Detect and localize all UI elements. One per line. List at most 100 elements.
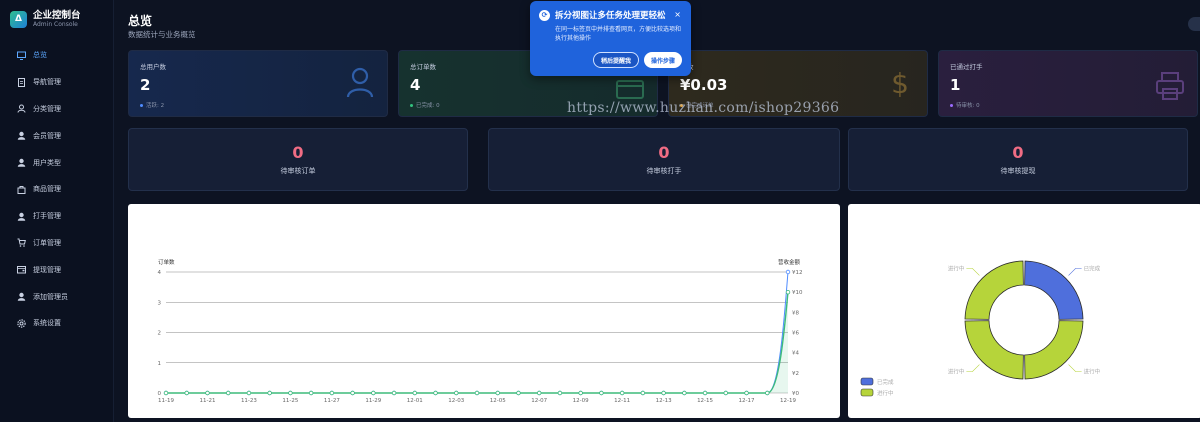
view-steps-button[interactable]: 操作步骤 [643, 52, 682, 68]
stat-value: 4 [410, 76, 421, 94]
stat-sub: 待审核: 0 [956, 103, 980, 109]
slice-label-line [966, 268, 980, 276]
data-point [163, 390, 169, 396]
sidebar-item-1[interactable]: 导航管理 [0, 69, 113, 96]
y2-tick-label: ¥12 [792, 270, 803, 276]
sidebar-item-label: 订单管理 [33, 238, 61, 247]
status-dot [140, 103, 143, 107]
data-point [619, 390, 625, 396]
y-tick-label: 2 [158, 331, 162, 337]
pending-label: 待审核打手 [646, 167, 682, 175]
status-dot [950, 103, 953, 107]
data-point [495, 390, 500, 396]
split-view-popup: ⟳ 拆分视图让多任务处理更轻松 × 在同一标签页中并排查看网页，方便比较选项和执… [530, 1, 691, 76]
watermark: https://www.huzhan.com/ishop29366 [567, 100, 840, 116]
slice-label: 进行中 [948, 264, 965, 272]
data-point [371, 390, 376, 396]
data-point [785, 269, 791, 275]
data-point [537, 390, 542, 396]
brand: Δ 企业控制台 Admin Console [0, 0, 113, 36]
remind-later-button[interactable]: 稍后提醒我 [592, 52, 639, 68]
y2-tick-label: ¥10 [792, 290, 803, 296]
wallet-icon [17, 266, 26, 274]
sidebar-item-6[interactable]: 打手管理 [0, 203, 113, 230]
y2-tick-label: ¥8 [792, 310, 799, 316]
y-tick-label: 3 [158, 300, 162, 306]
stat-sub: 活跃: 2 [146, 103, 165, 109]
y-tick-label: 4 [158, 270, 162, 276]
data-point [350, 390, 355, 396]
collapse-toggle-button[interactable] [1188, 17, 1200, 31]
data-point [599, 390, 604, 396]
gear-icon [17, 319, 26, 328]
status-dot [410, 103, 413, 107]
sidebar-item-label: 用户类型 [33, 158, 61, 167]
stat-label: 总用户数 [140, 63, 166, 71]
data-point [412, 390, 417, 396]
user-icon [17, 132, 26, 141]
brand-logo: Δ [10, 10, 27, 28]
popup-body: 在同一标签页中并排查看网页，方便比较选项和执行其他操作 [555, 26, 682, 42]
y2-tick-label: ¥6 [792, 331, 799, 337]
pending-players-card: 0 待审核打手 [488, 128, 840, 191]
x-tick-label: 12-01 [407, 398, 423, 404]
data-point [308, 390, 314, 396]
data-point [205, 390, 210, 396]
y-tick-label: 1 [158, 361, 162, 367]
y2-tick-label: ¥2 [792, 371, 799, 377]
sidebar-item-0[interactable]: 总览 [0, 42, 113, 69]
data-point [661, 390, 666, 396]
sidebar-item-9[interactable]: 添加管理员 [0, 283, 113, 310]
sidebar-item-label: 导航管理 [33, 78, 61, 87]
browser-logo-icon: ⟳ [539, 9, 550, 21]
status-chart-panel: 已完成 进行中 进行中 进行中 已完成 进行中 [848, 204, 1200, 418]
data-point [433, 390, 438, 396]
x-tick-label: 11-19 [158, 398, 174, 404]
series-line-1 [166, 292, 789, 394]
x-tick-label: 11-27 [324, 398, 340, 404]
y2-tick-label: ¥4 [792, 351, 799, 357]
stat-value: ¥0.03 [680, 76, 728, 94]
x-tick-label: 11-23 [241, 398, 257, 404]
close-icon[interactable]: × [674, 10, 681, 19]
brand-title: 企业控制台 [33, 10, 81, 21]
data-point [288, 390, 293, 396]
dollar-icon: $ [891, 67, 909, 99]
bag-icon [17, 185, 26, 194]
x-tick-label: 12-15 [697, 398, 713, 404]
sidebar-item-label: 总览 [33, 51, 47, 60]
stat-card-users: 总用户数 2 活跃: 2 [128, 50, 388, 117]
legend-swatch [860, 377, 874, 386]
sidebar-item-2[interactable]: 分类管理 [0, 96, 113, 123]
page-title: 总览 [128, 14, 153, 28]
y2-tick-label: ¥0 [792, 391, 799, 397]
stat-value: 1 [950, 76, 961, 94]
x-tick-label: 11-29 [365, 398, 381, 404]
pending-value: 0 [292, 143, 304, 162]
data-point [225, 390, 231, 396]
slice-label: 进行中 [1084, 368, 1101, 376]
sidebar-item-label: 分类管理 [33, 104, 61, 113]
y-tick-label: 0 [158, 391, 162, 397]
data-point [723, 390, 728, 396]
sidebar-item-label: 提现管理 [33, 265, 61, 274]
sidebar-item-8[interactable]: 提现管理 [0, 256, 113, 283]
status-donut-chart: 已完成进行中进行中进行中已完成进行中 [860, 260, 1101, 397]
pending-value: 0 [658, 143, 670, 162]
x-tick-label: 12-03 [448, 398, 464, 404]
pending-withdraw-card: 0 待审核提现 [848, 128, 1188, 191]
data-point [557, 390, 563, 396]
cart-icon [17, 238, 26, 248]
x-tick-label: 12-09 [573, 398, 589, 404]
sidebar-item-4[interactable]: 用户类型 [0, 149, 113, 176]
sidebar-item-7[interactable]: 订单管理 [0, 230, 113, 257]
series-area [166, 292, 788, 393]
sidebar-item-5[interactable]: 商品管理 [0, 176, 113, 203]
x-tick-label: 12-11 [614, 398, 630, 404]
x-tick-label: 12-19 [780, 398, 796, 404]
data-point [474, 390, 480, 396]
sidebar-item-10[interactable]: 系统设置 [0, 310, 113, 337]
trend-line-chart: 0 1 2 3 4 ¥0 ¥2 ¥4 ¥6 ¥8 ¥10 ¥12 订单数 营收金额 11-19 11-21 11… [158, 258, 803, 404]
sidebar-item-3[interactable]: 会员管理 [0, 122, 113, 149]
legend-label: 进行中 [877, 389, 894, 397]
